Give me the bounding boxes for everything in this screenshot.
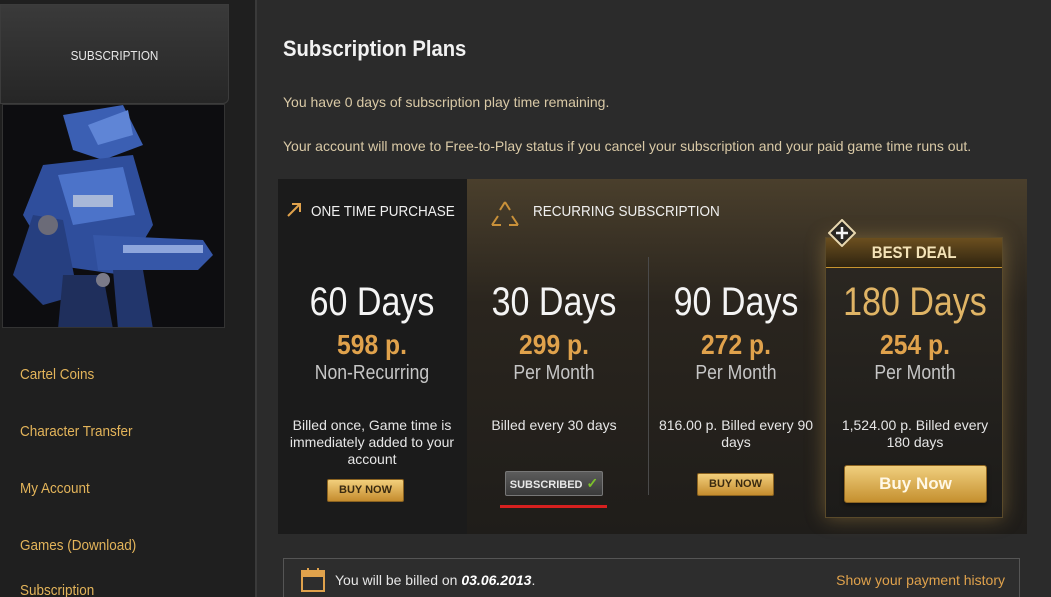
billing-suffix: . [531,572,536,588]
plan-period: Non-Recurring [314,362,430,384]
billing-prefix: You will be billed on [335,572,458,588]
plans-panel: ONE TIME PURCHASE RECURRING SUBSCRIPTION… [278,179,1027,534]
subscribed-button: SUBSCRIBED ✓ [505,471,603,496]
plan-90-days: 90 Days 272 p. Per Month 816.00 p. Bille… [646,279,826,450]
plan-description: 1,524.00 p. Billed every 180 days [841,417,989,450]
plan-30-days: 30 Days 299 p. Per Month Billed every 30… [464,279,644,433]
billing-text: You will be billed on 03.06.2013. [335,572,535,588]
sidebar-item-games-download[interactable]: Games (Download) [20,537,136,554]
plan-price: 598 p. [337,329,407,360]
plan-days: 180 Days [843,280,987,324]
page-title: Subscription Plans [283,36,467,61]
plan-period: Per Month [695,362,777,384]
sidebar-item-subscription[interactable]: Subscription [20,582,94,597]
remaining-time-text: You have 0 days of subscription play tim… [283,94,610,110]
plan-180-days: 180 Days 254 p. Per Month 1,524.00 p. Bi… [825,279,1005,450]
highlight-underline [500,505,607,508]
plan-days: 30 Days [491,280,617,324]
arrow-up-right-icon [287,203,301,217]
plan-description: Billed every 30 days [491,417,617,433]
recurring-header: RECURRING SUBSCRIPTION [533,203,720,220]
buy-now-180-button[interactable]: Buy Now [844,465,987,503]
plan-description: 816.00 p. Billed every 90 days [658,417,814,450]
plan-price: 272 p. [701,329,771,360]
plan-days: 90 Days [673,280,799,324]
plan-days: 60 Days [309,280,435,324]
plan-60-days: 60 Days 598 p. Non-Recurring Billed once… [282,279,462,467]
best-deal-label: BEST DEAL [871,243,957,262]
subscription-tab-label: SUBSCRIPTION [70,48,159,63]
plus-badge-icon [828,219,856,247]
billing-date: 03.06.2013 [461,572,532,588]
plan-period: Per Month [874,362,956,384]
sidebar-item-cartel-coins[interactable]: Cartel Coins [20,366,94,383]
main-content: Subscription Plans You have 0 days of su… [255,0,1051,597]
plan-price: 299 p. [519,329,589,360]
subscribed-label: SUBSCRIBED [509,479,583,491]
calendar-icon [301,568,325,592]
buy-now-60-button[interactable]: BUY NOW [327,479,404,502]
plan-period: Per Month [513,362,595,384]
billing-bar: You will be billed on 03.06.2013. Show y… [283,558,1020,597]
checkmark-icon: ✓ [586,475,599,491]
one-time-header: ONE TIME PURCHASE [311,203,455,220]
character-portrait [2,104,225,328]
plan-price: 254 p. [880,329,950,360]
sidebar-item-my-account[interactable]: My Account [20,480,90,497]
payment-history-link[interactable]: Show your payment history [836,572,1005,588]
sidebar-item-character-transfer[interactable]: Character Transfer [20,423,133,440]
recycle-icon [491,201,519,226]
robot-image [3,105,224,327]
subscription-tab[interactable]: SUBSCRIPTION [0,4,229,104]
sidebar: SUBSCRIPTION Cartel Coins Character Tran… [0,0,255,597]
plan-description: Billed once, Game time is immediately ad… [289,417,455,467]
f2p-notice-text: Your account will move to Free-to-Play s… [283,138,972,154]
buy-now-90-button[interactable]: BUY NOW [697,473,774,496]
